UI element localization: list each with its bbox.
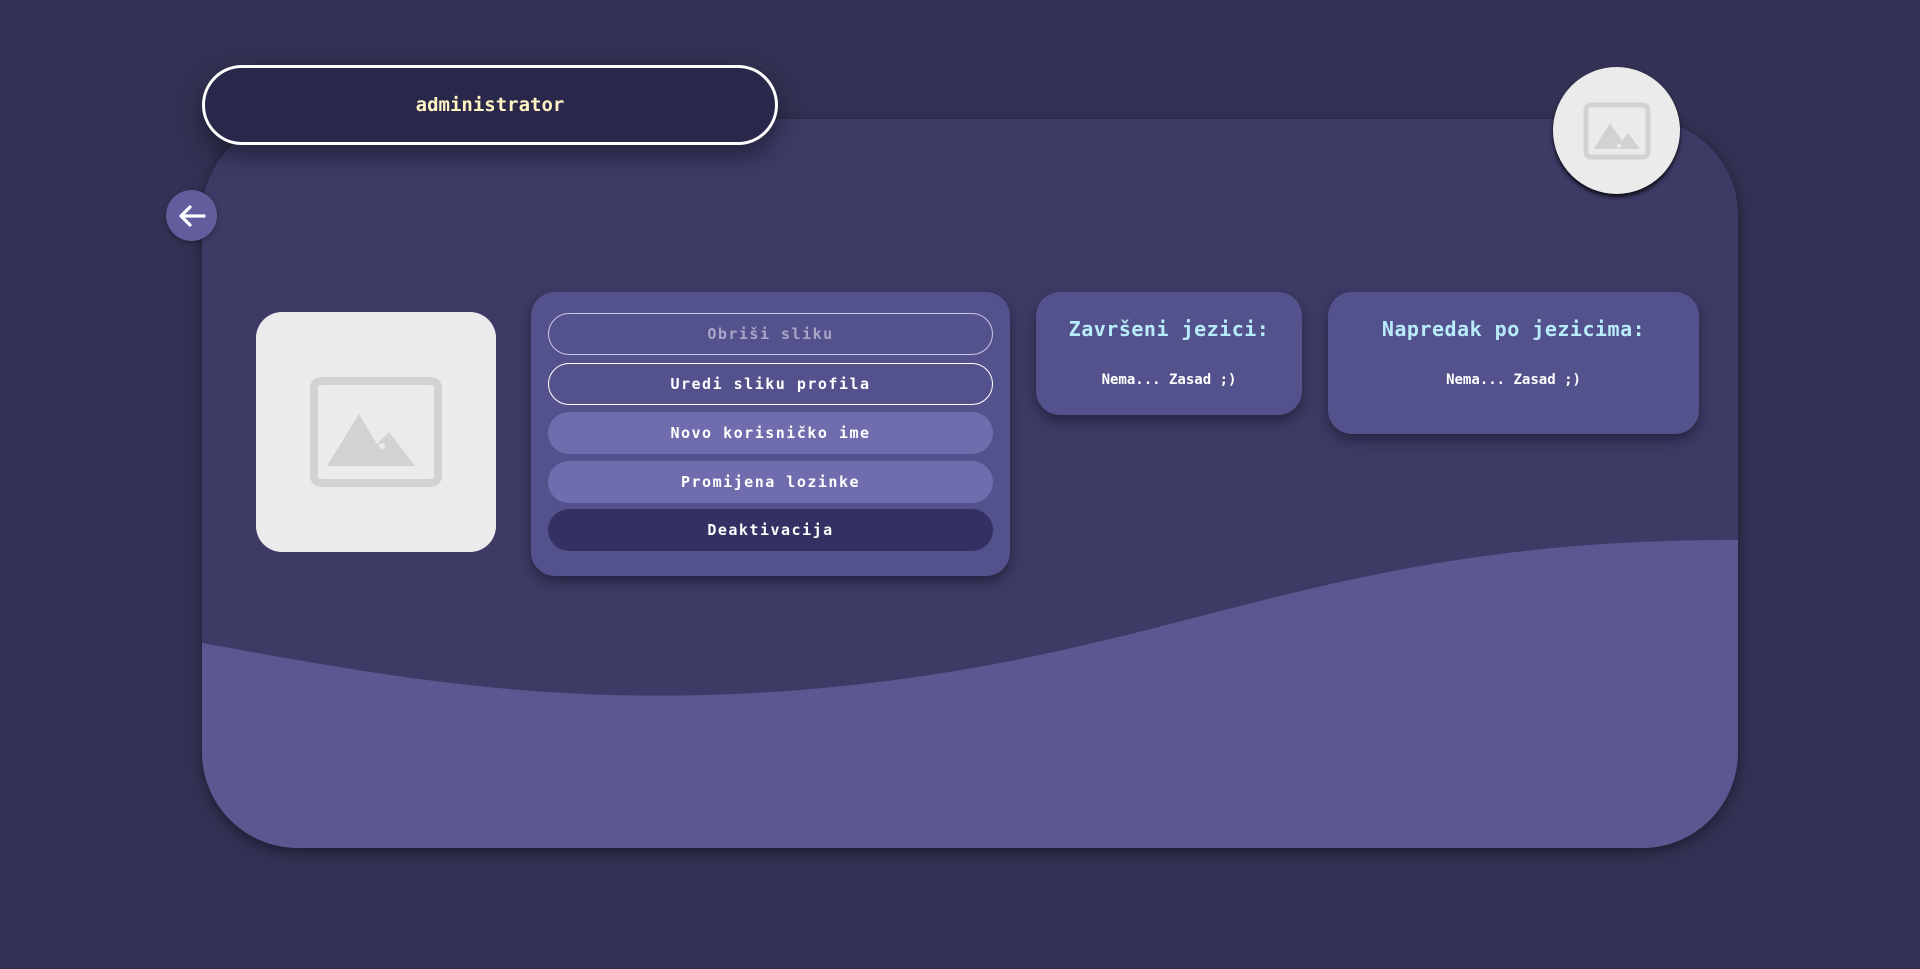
header-avatar[interactable] [1553,67,1680,194]
profile-actions-panel: Obriši sliku Uredi sliku profila Novo ko… [531,292,1010,576]
edit-profile-image-button[interactable]: Uredi sliku profila [548,363,993,405]
back-button[interactable] [166,190,217,241]
image-placeholder-icon [310,377,442,487]
image-placeholder-icon [1583,102,1650,159]
username-label: administrator [415,94,565,116]
profile-image [256,312,496,552]
finished-languages-empty-text: Nema... Zasad ;) [1101,372,1237,388]
new-username-button[interactable]: Novo korisničko ime [548,412,993,454]
language-progress-title: Napredak po jezicima: [1381,317,1646,341]
language-progress-card: Napredak po jezicima: Nema... Zasad ;) [1328,292,1699,434]
arrow-left-icon [178,204,206,227]
delete-image-button[interactable]: Obriši sliku [548,313,993,355]
finished-languages-card: Završeni jezici: Nema... Zasad ;) [1036,292,1302,415]
username-banner: administrator [202,65,778,145]
change-password-button[interactable]: Promijena lozinke [548,461,993,503]
deactivate-button[interactable]: Deaktivacija [548,509,993,551]
finished-languages-title: Završeni jezici: [1068,317,1270,341]
language-progress-empty-text: Nema... Zasad ;) [1446,372,1581,388]
